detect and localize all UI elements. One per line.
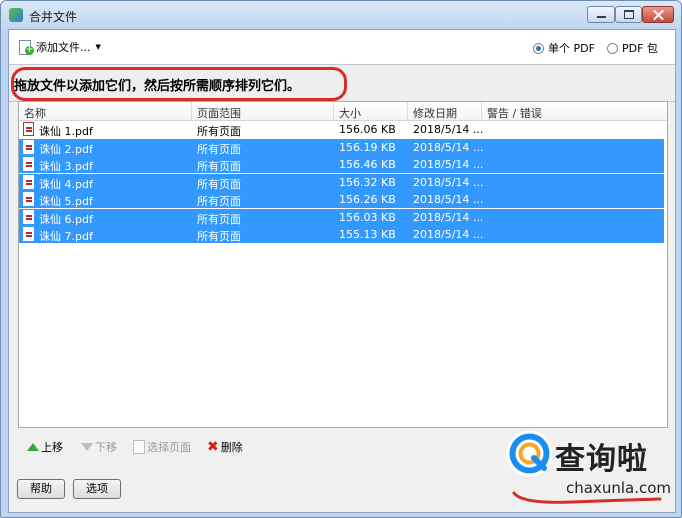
column-header-pages[interactable]: 页面范围 [197,105,241,121]
cell-name: 诛仙 7.pdf [39,230,93,243]
column-header-date[interactable]: 修改日期 [413,105,457,121]
cell-date: 2018/5/14 ... [413,158,484,171]
help-button[interactable]: 帮助 [17,479,65,499]
pdf-package-option[interactable]: PDF 包 [607,40,658,56]
pdf-file-icon [23,139,34,154]
table-header: 名称 页面范围 大小 修改日期 警告 / 错误 [19,102,667,121]
column-header-size[interactable]: 大小 [339,105,361,121]
arrow-down-icon [81,443,93,451]
move-down-label: 下移 [95,441,117,454]
cell-pages: 所有页面 [197,177,241,191]
pdf-package-label: PDF 包 [622,42,658,55]
cell-name: 诛仙 5.pdf [39,195,93,208]
choose-pages-button[interactable]: 选择页面 [133,439,191,455]
cell-date: 2018/5/14 ... [413,123,484,136]
close-button[interactable] [642,6,674,23]
cell-pages: 所有页面 [197,212,241,226]
maximize-button[interactable] [615,6,642,23]
cell-pages: 所有页面 [197,230,241,243]
cell-size: 156.26 KB [339,193,396,206]
cell-date: 2018/5/14 ... [413,193,484,206]
table-row[interactable]: 诛仙 5.pdf 所有页面 156.26 KB 2018/5/14 ... [19,191,664,208]
window-title: 合并文件 [29,10,78,24]
pdf-file-icon [23,157,34,171]
table-row[interactable]: 诛仙 3.pdf 所有页面 156.46 KB 2018/5/14 ... [19,156,664,173]
cell-name: 诛仙 1.pdf [39,125,93,138]
cell-size: 156.32 KB [339,175,396,189]
single-pdf-label: 单个 PDF [548,42,595,55]
pdf-file-icon [23,192,34,206]
title-bar[interactable]: 合并文件 [1,1,681,29]
cell-pages: 所有页面 [197,125,241,138]
minimize-button[interactable] [587,6,615,23]
delete-x-icon: ✖ [207,439,219,455]
toolbar: + 添加文件... ▼ 单个 PDF PDF 包 [9,30,675,64]
table-row[interactable]: 诛仙 4.pdf 所有页面 156.32 KB 2018/5/14 ... [19,173,664,191]
table-row[interactable]: 诛仙 7.pdf 所有页面 155.13 KB 2018/5/14 ... [19,226,664,243]
cell-size: 156.19 KB [339,140,396,154]
delete-button[interactable]: ✖ 删除 [207,439,243,455]
cell-name: 诛仙 2.pdf [39,142,93,156]
table-row[interactable]: 诛仙 2.pdf 所有页面 156.19 KB 2018/5/14 ... [19,138,664,156]
move-up-button[interactable]: 上移 [27,439,63,455]
cell-name: 诛仙 6.pdf [39,212,93,226]
cell-size: 155.13 KB [339,228,396,241]
page-icon [133,440,145,454]
cell-pages: 所有页面 [197,142,241,156]
cell-date: 2018/5/14 ... [413,175,484,189]
move-down-button[interactable]: 下移 [81,439,117,455]
choose-pages-label: 选择页面 [147,441,191,454]
column-header-name[interactable]: 名称 [24,105,46,121]
app-icon [9,8,23,22]
dropdown-arrow-icon: ▼ [95,43,101,51]
delete-label: 删除 [220,441,243,454]
pdf-file-icon [23,209,34,224]
pdf-file-icon [23,227,34,241]
table-row[interactable]: 诛仙 6.pdf 所有页面 156.03 KB 2018/5/14 ... [19,208,664,226]
cell-size: 156.06 KB [339,123,396,136]
table-row[interactable]: 诛仙 1.pdf 所有页面 156.06 KB 2018/5/14 ... [19,121,667,138]
add-files-button[interactable]: + 添加文件... ▼ [19,38,101,56]
pdf-file-icon [23,174,34,189]
watermark-logo-icon [506,430,553,477]
annotation-circle [11,67,347,101]
watermark-text: 查询啦 [555,442,648,477]
arrow-up-icon [27,443,39,451]
instruction-banner: 拖放文件以添加它们，然后按所需顺序排列它们。 [9,64,675,102]
cell-pages: 所有页面 [197,160,241,173]
cell-size: 156.46 KB [339,158,396,171]
cell-name: 诛仙 4.pdf [39,177,93,191]
cell-date: 2018/5/14 ... [413,140,484,154]
radio-single-pdf[interactable] [533,42,544,54]
column-header-warnings[interactable]: 警告 / 错误 [487,105,542,121]
cell-pages: 所有页面 [197,195,241,208]
move-up-label: 上移 [41,441,63,454]
single-pdf-option[interactable]: 单个 PDF [533,40,595,56]
cell-name: 诛仙 3.pdf [39,160,93,173]
cell-size: 156.03 KB [339,210,396,224]
add-files-label: 添加文件... [36,41,91,54]
add-file-icon: + [19,39,34,55]
radio-pdf-package[interactable] [607,42,618,54]
file-list[interactable]: 名称 页面范围 大小 修改日期 警告 / 错误 诛仙 1.pdf 所有页面 156.… [18,101,668,428]
cell-date: 2018/5/14 ... [413,210,484,224]
options-button[interactable]: 选项 [73,479,121,499]
cell-date: 2018/5/14 ... [413,228,484,241]
pdf-file-icon [23,122,34,136]
annotation-swoosh [512,491,662,504]
